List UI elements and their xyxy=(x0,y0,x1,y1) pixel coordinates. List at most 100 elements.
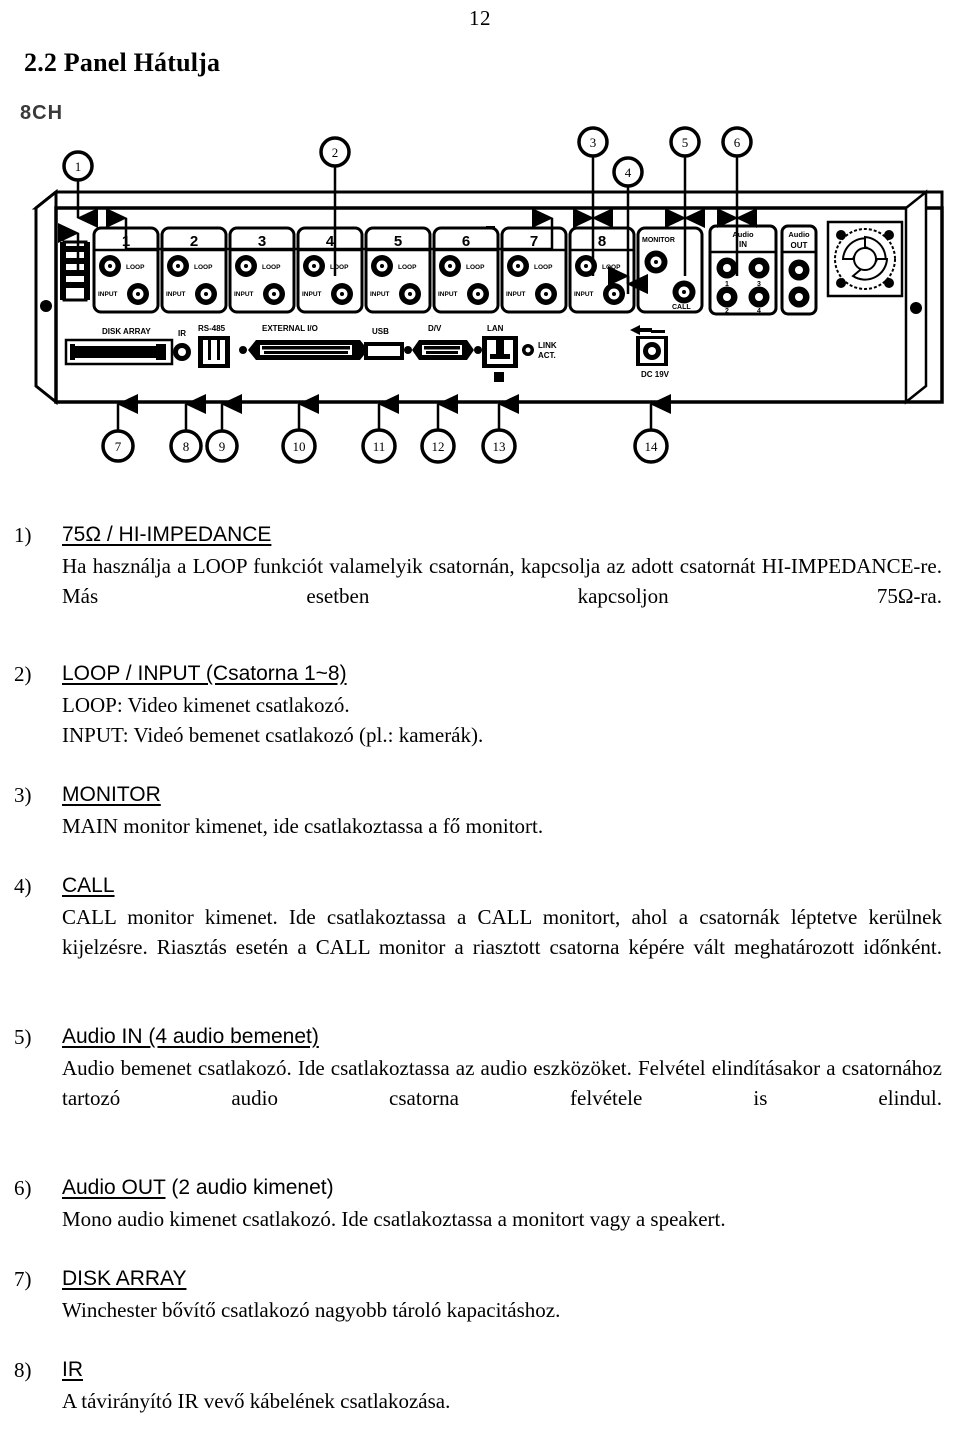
svg-text:LOOP: LOOP xyxy=(398,264,417,271)
list-item: 7) DISK ARRAY Winchester bővítő csatlako… xyxy=(0,1264,960,1325)
page-title: 2.2 Panel Hátulja xyxy=(24,48,221,77)
svg-text:MONITOR: MONITOR xyxy=(642,237,675,244)
item-number: 2) xyxy=(14,662,32,686)
list-item: 3) MONITOR MAIN monitor kimenet, ide csa… xyxy=(0,780,960,841)
item-number: 7) xyxy=(14,1267,32,1291)
svg-text:LOOP: LOOP xyxy=(194,264,213,271)
item-body-line-2: INPUT: Videó bemenet csatlakozó (pl.: ka… xyxy=(62,723,484,747)
svg-text:6: 6 xyxy=(462,233,470,250)
svg-text:11: 11 xyxy=(373,439,386,454)
item-title: DISK ARRAY xyxy=(62,1264,960,1294)
svg-text:IN: IN xyxy=(739,240,747,249)
svg-text:8: 8 xyxy=(598,233,606,250)
item-title: 75Ω / HI-IMPEDANCE xyxy=(62,520,960,550)
item-title-underlined: DISK ARRAY xyxy=(62,1267,187,1290)
page-number: 12 xyxy=(469,6,491,30)
svg-text:USB: USB xyxy=(372,327,389,336)
list-item: 4) CALL CALL monitor kimenet. Ide csatla… xyxy=(0,871,960,992)
item-number: 4) xyxy=(14,874,32,898)
svg-text:RS-485: RS-485 xyxy=(198,324,226,333)
callout-markers-bottom: 7 8 9 10 11 12 13 14 xyxy=(101,394,671,464)
svg-text:DISK ARRAY: DISK ARRAY xyxy=(102,327,151,336)
item-title: Audio OUT (2 audio kimenet) xyxy=(62,1173,960,1203)
svg-text:LOOP: LOOP xyxy=(602,264,621,271)
item-number: 8) xyxy=(14,1358,32,1382)
item-number: 3) xyxy=(14,783,32,807)
item-title: Audio IN (4 audio bemenet) xyxy=(62,1022,960,1052)
item-body: Audio bemenet csatlakozó. Ide csatlakozt… xyxy=(62,1056,942,1110)
svg-text:2: 2 xyxy=(332,145,339,160)
list-item: 6) Audio OUT (2 audio kimenet) Mono audi… xyxy=(0,1173,960,1234)
svg-text:3: 3 xyxy=(590,135,597,150)
svg-text:7: 7 xyxy=(115,439,122,454)
svg-text:2: 2 xyxy=(725,308,729,315)
item-body: MAIN monitor kimenet, ide csatlakoztassa… xyxy=(62,814,544,838)
svg-text:INPUT: INPUT xyxy=(438,291,458,298)
item-title-underlined: CALL xyxy=(62,874,115,897)
svg-text:6: 6 xyxy=(734,135,741,150)
svg-text:LOOP: LOOP xyxy=(126,264,145,271)
item-number: 6) xyxy=(14,1176,32,1200)
svg-text:Audio: Audio xyxy=(732,230,754,239)
item-title-underlined: 75Ω / HI-IMPEDANCE xyxy=(62,523,272,546)
svg-text:D/V: D/V xyxy=(428,324,442,333)
audio-out-block: Audio OUT xyxy=(780,224,818,316)
svg-text:OUT: OUT xyxy=(791,241,808,250)
svg-text:INPUT: INPUT xyxy=(234,291,254,298)
item-title-underlined: Audio IN (4 audio bemenet) xyxy=(62,1025,319,1048)
rear-panel-figure: 8CH 1 LOOP INPUT 2 LOOP INPUT 3 LOOP INP… xyxy=(0,96,960,496)
item-number: 1) xyxy=(14,523,32,547)
svg-text:INPUT: INPUT xyxy=(302,291,322,298)
svg-text:INPUT: INPUT xyxy=(98,291,118,298)
svg-text:12: 12 xyxy=(432,439,445,454)
svg-text:LAN: LAN xyxy=(487,324,504,333)
item-body: A távirányító IR vevő kábelének csatlako… xyxy=(62,1389,451,1413)
svg-text:5: 5 xyxy=(394,233,402,250)
item-title: MONITOR xyxy=(62,780,960,810)
item-body: CALL monitor kimenet. Ide csatlakoztassa… xyxy=(62,905,942,959)
svg-text:Audio: Audio xyxy=(788,230,810,239)
impedance-dip-switch xyxy=(60,240,90,302)
item-number: 5) xyxy=(14,1025,32,1049)
svg-text:INPUT: INPUT xyxy=(506,291,526,298)
list-item: 8) IR A távirányító IR vevő kábelének cs… xyxy=(0,1355,960,1416)
svg-text:7: 7 xyxy=(530,233,538,250)
svg-text:4: 4 xyxy=(326,233,335,250)
item-body: Winchester bővítő csatlakozó nagyobb tár… xyxy=(62,1298,561,1322)
item-title-plain: (2 audio kimenet) xyxy=(165,1176,334,1199)
svg-text:9: 9 xyxy=(219,439,226,454)
item-body-line-1: LOOP: Video kimenet csatlakozó. xyxy=(62,693,350,717)
svg-text:10: 10 xyxy=(293,439,306,454)
item-title-underlined: LOOP / INPUT (Csatorna 1~8) xyxy=(62,662,347,685)
svg-text:LINK: LINK xyxy=(538,341,557,350)
monitor-call-block: MONITOR CALL xyxy=(636,226,704,314)
svg-text:4: 4 xyxy=(625,165,632,180)
svg-text:5: 5 xyxy=(682,135,689,150)
list-item: 1) 75Ω / HI-IMPEDANCE Ha használja a LOO… xyxy=(0,520,960,641)
svg-text:14: 14 xyxy=(645,439,659,454)
svg-text:13: 13 xyxy=(493,439,506,454)
fan-assembly xyxy=(826,220,904,298)
connector-description-list: 1) 75Ω / HI-IMPEDANCE Ha használja a LOO… xyxy=(0,520,960,1434)
svg-text:ACT.: ACT. xyxy=(538,351,556,360)
item-title-underlined: MONITOR xyxy=(62,783,161,806)
svg-text:4: 4 xyxy=(757,308,761,315)
svg-text:LOOP: LOOP xyxy=(534,264,553,271)
item-title-underlined: Audio OUT xyxy=(62,1176,166,1199)
svg-text:INPUT: INPUT xyxy=(166,291,186,298)
rear-panel-diagram: 1 LOOP INPUT 2 LOOP INPUT 3 LOOP INPUT 4… xyxy=(31,126,944,464)
item-body: Mono audio kimenet csatlakozó. Ide csatl… xyxy=(62,1207,726,1231)
list-item: 2) LOOP / INPUT (Csatorna 1~8) LOOP: Vid… xyxy=(0,659,960,750)
svg-text:INPUT: INPUT xyxy=(370,291,390,298)
item-body: Ha használja a LOOP funkciót valamelyik … xyxy=(62,554,942,608)
svg-text:LOOP: LOOP xyxy=(466,264,485,271)
list-item: 5) Audio IN (4 audio bemenet) Audio beme… xyxy=(0,1022,960,1143)
svg-text:CALL: CALL xyxy=(672,304,691,311)
svg-text:1: 1 xyxy=(75,159,82,174)
svg-text:DC 19V: DC 19V xyxy=(641,370,670,379)
svg-text:8: 8 xyxy=(183,439,190,454)
item-title: CALL xyxy=(62,871,960,901)
svg-text:IR: IR xyxy=(178,329,186,338)
svg-text:2: 2 xyxy=(190,233,198,250)
item-title-underlined: IR xyxy=(62,1358,83,1381)
